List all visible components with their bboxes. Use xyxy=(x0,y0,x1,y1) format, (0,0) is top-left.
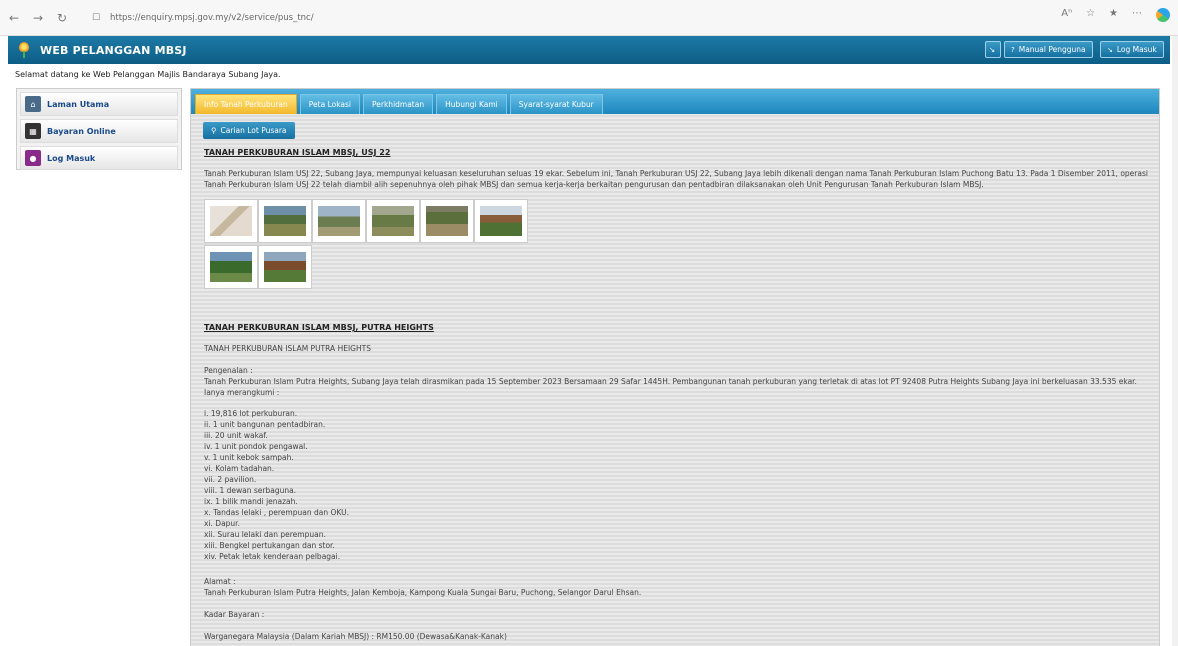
search-icon: ⚲ xyxy=(211,126,217,135)
lock-icon: ● xyxy=(25,150,41,166)
rate-line: Warganegara Malaysia (Dalam Kariah MBSJ)… xyxy=(204,632,507,641)
back-icon[interactable]: ← xyxy=(4,8,24,28)
list-item: iv. 1 unit pondok pengawal. xyxy=(204,442,308,451)
tab-info-tanah-perkuburan[interactable]: Info Tanah Perkuburan xyxy=(195,94,297,114)
address-label: Alamat : xyxy=(204,577,236,586)
forward-icon[interactable]: → xyxy=(28,8,48,28)
gallery-thumbnail[interactable] xyxy=(474,199,528,243)
sidebar-item-label: Laman Utama xyxy=(47,99,110,109)
list-item: iii. 20 unit wakaf. xyxy=(204,431,268,440)
browser-actions: Aⁿ ☆ ★ ⋯ xyxy=(1061,8,1170,22)
tab-perkhidmatan[interactable]: Perkhidmatan xyxy=(363,94,434,114)
rate-label: Kadar Bayaran : xyxy=(204,610,265,619)
more-icon[interactable]: ⋯ xyxy=(1132,8,1142,22)
read-aloud-icon[interactable]: Aⁿ xyxy=(1061,8,1072,22)
list-item: i. 19,816 lot perkuburan. xyxy=(204,409,298,418)
gallery-thumbnail[interactable] xyxy=(366,199,420,243)
list-item: xii. Surau lelaki dan perempuan. xyxy=(204,530,326,539)
mbsj-logo-icon xyxy=(16,42,32,58)
main-content: Info Tanah Perkuburan Peta Lokasi Perkhi… xyxy=(190,88,1160,646)
intro-body: Tanah Perkuburan Islam Putra Heights, Su… xyxy=(204,377,1137,397)
list-item: ix. 1 bilik mandi jenazah. xyxy=(204,497,298,506)
section-title-putra-heights: TANAH PERKUBURAN ISLAM MBSJ, PUTRA HEIGH… xyxy=(204,323,434,332)
login-icon: ↘ xyxy=(1107,45,1113,54)
sidebar-item-label: Log Masuk xyxy=(47,153,96,163)
language-button[interactable]: ↘ xyxy=(985,41,1001,58)
sidebar-item-bayaran-online[interactable]: ▦ Bayaran Online xyxy=(20,119,178,143)
list-item: vi. Kolam tadahan. xyxy=(204,464,275,473)
home-icon: ⌂ xyxy=(25,96,41,112)
refresh-icon[interactable]: ↻ xyxy=(52,8,72,28)
carian-label: Carian Lot Pusara xyxy=(220,126,287,135)
address-text: Tanah Perkuburan Islam Putra Heights, Ja… xyxy=(204,588,642,597)
tab-peta-lokasi[interactable]: Peta Lokasi xyxy=(299,94,361,114)
tab-hubungi-kami[interactable]: Hubungi Kami xyxy=(436,94,507,114)
list-item: xiii. Bengkel pertukangan dan stor. xyxy=(204,541,335,550)
section-title-usj22: TANAH PERKUBURAN ISLAM MBSJ, USJ 22 xyxy=(204,148,391,157)
sidebar-item-log-masuk[interactable]: ● Log Masuk xyxy=(20,146,178,170)
list-item: x. Tandas lelaki , perempuan dan OKU. xyxy=(204,508,349,517)
favorites-icon[interactable]: ★ xyxy=(1109,8,1118,22)
sidebar-item-laman-utama[interactable]: ⌂ Laman Utama xyxy=(20,92,178,116)
address-bar[interactable]: ☐ https://enquiry.mpsj.gov.my/v2/service… xyxy=(82,7,1082,29)
browser-toolbar: ← → ↻ ☐ https://enquiry.mpsj.gov.my/v2/s… xyxy=(0,0,1178,36)
gallery-thumbnail[interactable] xyxy=(204,245,258,289)
log-masuk-header-button[interactable]: ↘ Log Masuk xyxy=(1100,41,1164,58)
carian-lot-pusara-button[interactable]: ⚲ Carian Lot Pusara xyxy=(203,122,295,139)
sidebar: ⌂ Laman Utama ▦ Bayaran Online ● Log Mas… xyxy=(16,88,182,170)
help-icon: ? xyxy=(1011,45,1015,54)
favorite-star-icon[interactable]: ☆ xyxy=(1086,8,1095,22)
list-item: vii. 2 pavilion. xyxy=(204,475,257,484)
manual-pengguna-button[interactable]: ? Manual Pengguna xyxy=(1004,41,1093,58)
site-title: WEB PELANGGAN MBSJ xyxy=(40,43,187,57)
site-header: WEB PELANGGAN MBSJ ↘ ? Manual Pengguna ↘… xyxy=(8,36,1170,64)
copilot-icon[interactable] xyxy=(1156,8,1170,22)
gallery-thumbnail[interactable] xyxy=(312,199,366,243)
welcome-message: Selamat datang ke Web Pelanggan Majlis B… xyxy=(15,70,281,79)
list-item: v. 1 unit kebok sampah. xyxy=(204,453,294,462)
url-text: https://enquiry.mpsj.gov.my/v2/service/p… xyxy=(110,12,314,23)
intro-label: Pengenalan : xyxy=(204,366,253,375)
list-item: xiv. Petak letak kenderaan pelbagai. xyxy=(204,552,341,561)
section-body-usj22: Tanah Perkuburan Islam USJ 22, Subang Ja… xyxy=(204,169,1148,189)
payment-icon: ▦ xyxy=(25,123,41,139)
list-item: viii. 1 dewan serbaguna. xyxy=(204,486,297,495)
tab-syarat-syarat-kubur[interactable]: Syarat-syarat Kubur xyxy=(509,94,603,114)
gallery-thumbnail[interactable] xyxy=(204,199,258,243)
list-item: xi. Dapur. xyxy=(204,519,240,528)
gallery-thumbnail[interactable] xyxy=(258,199,312,243)
gallery-thumbnail[interactable] xyxy=(258,245,312,289)
arrow-icon: ↘ xyxy=(989,45,996,54)
lock-icon: ☐ xyxy=(91,12,101,23)
manual-label: Manual Pengguna xyxy=(1018,45,1086,54)
page-scrollbar[interactable] xyxy=(1172,36,1178,646)
list-item: ii. 1 unit bangunan pentadbiran. xyxy=(204,420,326,429)
gallery-thumbnail[interactable] xyxy=(420,199,474,243)
tab-bar: Info Tanah Perkuburan Peta Lokasi Perkhi… xyxy=(191,89,1159,114)
section-subtitle: TANAH PERKUBURAN ISLAM PUTRA HEIGHTS xyxy=(204,344,371,353)
login-label: Log Masuk xyxy=(1116,45,1157,54)
sidebar-item-label: Bayaran Online xyxy=(47,126,116,136)
